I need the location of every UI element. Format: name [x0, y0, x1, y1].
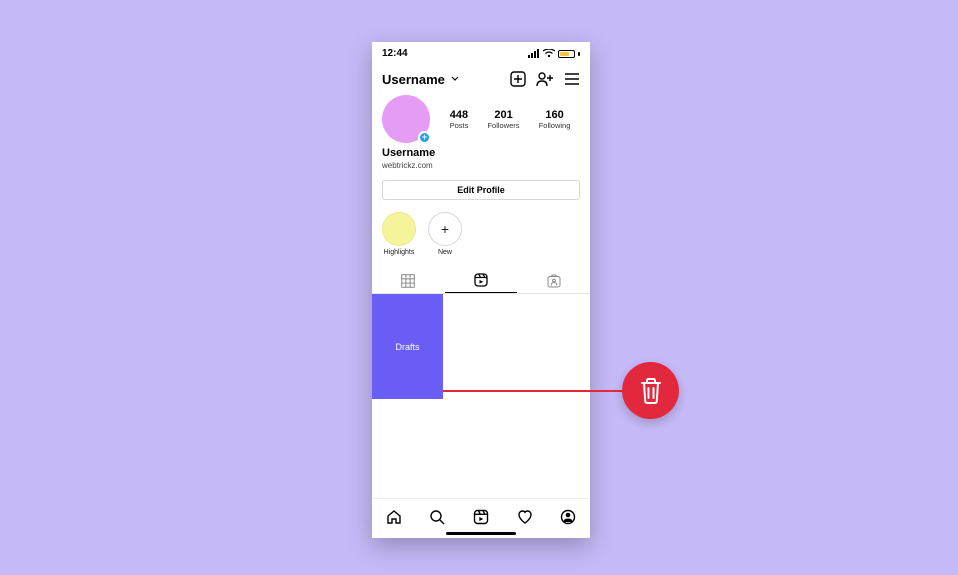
add-story-badge[interactable]: + [418, 131, 431, 144]
stat-posts-label: Posts [450, 121, 469, 130]
chevron-down-icon [451, 76, 459, 82]
profile-header: Username [372, 61, 590, 93]
highlight-label: New [438, 249, 452, 256]
stat-followers-label: Followers [487, 121, 519, 130]
profile-icon [560, 509, 576, 525]
highlight-new-button[interactable]: + New [428, 212, 462, 256]
nav-search[interactable] [425, 507, 449, 532]
story-highlights: Highlights + New [372, 200, 590, 262]
stat-posts-value: 448 [450, 109, 469, 121]
reels-icon [473, 509, 489, 525]
battery-icon [558, 50, 575, 58]
drafts-label: Drafts [395, 342, 419, 352]
signal-icon [528, 49, 540, 58]
stat-followers-value: 201 [487, 109, 519, 121]
bio-link[interactable]: webtrickz.com [382, 161, 580, 170]
stat-following[interactable]: 160 Following [539, 109, 571, 130]
annotation-delete-badge [622, 362, 679, 419]
highlight-item[interactable]: Highlights [382, 212, 416, 256]
bio-display-name: Username [382, 147, 580, 159]
reels-icon [474, 273, 488, 287]
profile-avatar[interactable]: + [382, 95, 430, 143]
trash-icon [637, 376, 665, 406]
profile-bio: Username webtrickz.com [372, 143, 590, 172]
home-indicator [446, 532, 516, 535]
wifi-icon [543, 49, 555, 58]
phone-frame: 12:44 Username [372, 42, 590, 538]
annotation-connector-line [443, 390, 623, 392]
discover-people-button[interactable] [536, 71, 554, 87]
tab-reels[interactable] [445, 268, 518, 293]
nav-activity[interactable] [513, 507, 537, 532]
tab-grid[interactable] [372, 268, 445, 293]
plus-icon: + [428, 212, 462, 246]
highlight-thumb [382, 212, 416, 246]
status-bar: 12:44 [372, 42, 590, 61]
create-button[interactable] [510, 71, 526, 87]
status-icons [528, 49, 580, 58]
menu-button[interactable] [564, 72, 580, 86]
tagged-icon [547, 274, 561, 288]
username-dropdown[interactable]: Username [382, 72, 459, 87]
nav-home[interactable] [382, 507, 406, 532]
profile-tabs [372, 268, 590, 294]
reels-content-area: Drafts [372, 294, 590, 440]
profile-stats-row: + 448 Posts 201 Followers 160 Following [372, 93, 590, 143]
menu-icon [564, 72, 580, 86]
stat-followers[interactable]: 201 Followers [487, 109, 519, 130]
highlight-label: Highlights [384, 249, 415, 256]
stat-following-label: Following [539, 121, 571, 130]
create-icon [510, 71, 526, 87]
home-icon [386, 509, 402, 525]
edit-profile-button[interactable]: Edit Profile [382, 180, 580, 200]
add-person-icon [536, 71, 554, 87]
search-icon [429, 509, 445, 525]
nav-profile[interactable] [556, 507, 580, 532]
nav-reels[interactable] [469, 507, 493, 532]
status-time: 12:44 [382, 48, 408, 59]
tab-tagged[interactable] [517, 268, 590, 293]
stat-posts[interactable]: 448 Posts [450, 109, 469, 130]
header-username: Username [382, 72, 445, 87]
stat-following-value: 160 [539, 109, 571, 121]
drafts-tile[interactable]: Drafts [372, 294, 443, 399]
heart-icon [517, 509, 533, 525]
grid-icon [401, 274, 415, 288]
